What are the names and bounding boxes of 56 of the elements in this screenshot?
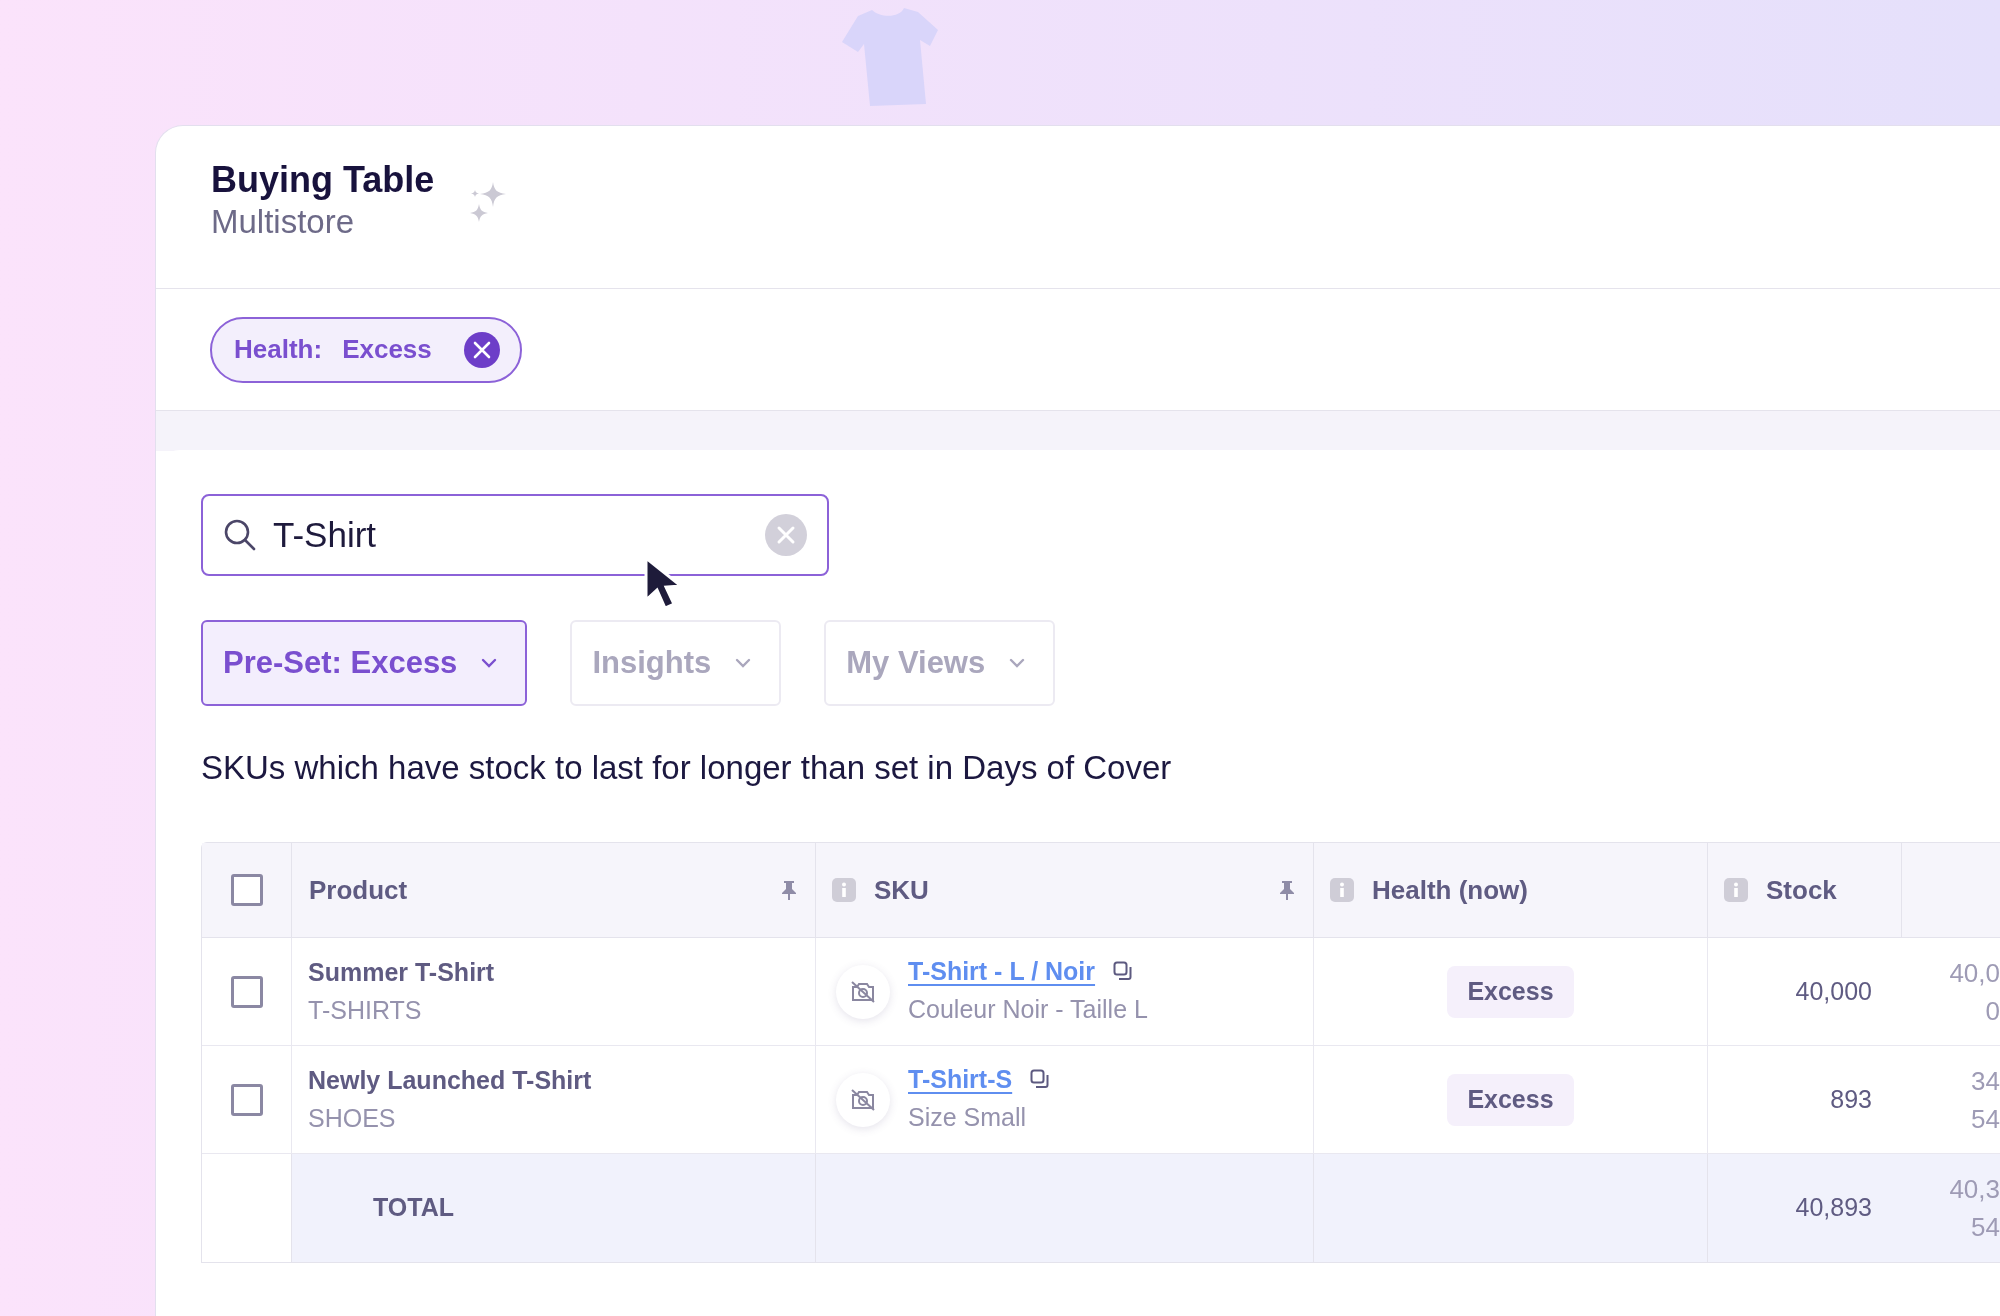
table-cell-text: 40,893 [1795,1192,1872,1224]
column-header[interactable]: SKU [816,843,1314,938]
checkbox[interactable] [230,874,263,906]
column-title: Stock [1766,873,1838,907]
page-title: Buying Table [211,158,435,202]
search-input[interactable]: T-Shirt [273,508,749,562]
table-cell-text: 0 [1985,994,2000,1028]
chevron-down-icon [481,658,498,668]
health-badge: Excess [1447,965,1574,1018]
info-icon [1330,878,1354,902]
pin-icon[interactable] [781,880,797,900]
no-image-icon [836,1072,890,1127]
checkbox[interactable] [230,975,263,1008]
column-title: SKU [874,873,930,907]
column-title: Health (now) [1372,873,1529,907]
search-box[interactable]: T-Shirt [201,494,829,576]
table-cell-text: 34 [1971,1064,2000,1098]
product-name: Summer T-Shirt [308,956,496,988]
table-cell-text: 893 [1830,1083,1872,1115]
copy-icon[interactable] [1113,960,1134,981]
table-cell-text: 54 [1971,1102,2000,1136]
table-cell-text: 40,0 [1949,956,2000,990]
chip-label: Health: [234,333,323,366]
product-category: T-SHIRTS [308,994,423,1026]
sku-variant: Couleur Noir - Taille L [908,993,1148,1025]
info-icon [832,878,856,902]
chip-value: Excess [342,333,432,366]
info-icon [1724,878,1748,902]
copy-icon[interactable] [1030,1068,1051,1089]
no-image-icon [836,964,890,1019]
column-header[interactable]: Product [292,843,816,938]
filter-chip[interactable]: Health: Excess [210,316,522,383]
column-header[interactable]: Stock [1708,843,1902,938]
table-cell-text: 40,000 [1795,975,1872,1007]
checkbox[interactable] [230,1083,263,1116]
sku-variant: Size Small [908,1101,1028,1133]
close-icon [776,525,796,545]
page-subtitle: Multistore [211,202,356,242]
remove-filter-button[interactable] [463,331,500,368]
chevron-down-icon [735,658,752,668]
pin-icon[interactable] [1279,880,1295,900]
close-icon [472,340,491,359]
health-badge: Excess [1447,1073,1574,1126]
table-cell-text: 54 [1971,1211,2000,1244]
table-cell-text: 40,3 [1949,1173,2000,1206]
search-icon [223,518,257,552]
column-header[interactable]: Health (now) [1314,843,1708,938]
description-text: SKUs which have stock to last for longer than set in Days of Cover [201,748,1173,788]
dropdown-button[interactable]: Pre-Set: Excess [201,620,528,706]
sku-link[interactable]: T-Shirt-S [908,1061,1013,1096]
product-category: SHOES [308,1102,397,1134]
column-title: Product [308,873,409,907]
chevron-down-icon [1009,658,1026,668]
total-label: TOTAL [373,1192,454,1224]
sku-link[interactable]: T-Shirt - L / Noir [908,953,1096,988]
product-name: Newly Launched T-Shirt [308,1064,593,1096]
